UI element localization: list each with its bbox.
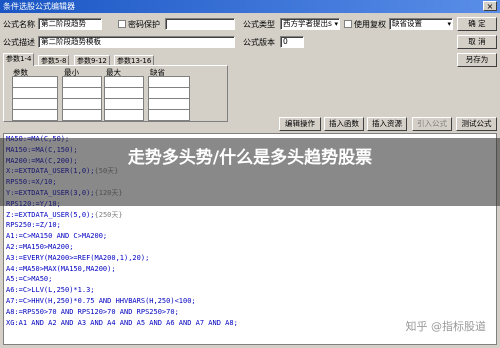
code-token: A8:=RPS50>70 AND RPS120>70 AND RPS250>70…	[6, 307, 179, 316]
code-token: A2:=MA150>MA200;	[6, 242, 74, 251]
code-token: A4:=MA50>MAX(MA150,MA200);	[6, 264, 116, 273]
formula-name-input[interactable]: 第二阶段趋势	[38, 18, 102, 30]
code-token: A5:=C>MA50;	[6, 275, 53, 284]
formula-desc-input[interactable]: 第二阶段趋势模板	[38, 36, 235, 48]
param-cell-r4-c2[interactable]	[62, 109, 102, 121]
rights-checkbox[interactable]	[344, 20, 352, 28]
code-line: RPS250:=Z/10;	[6, 220, 496, 231]
password-checkbox[interactable]	[118, 20, 126, 28]
param-cell-r4-c1[interactable]	[12, 109, 58, 121]
title-bar: 条件选股公式编辑器 ×	[0, 0, 500, 13]
watermark: 知乎 @指标股道	[405, 320, 487, 333]
window-title: 条件选股公式编辑器	[3, 2, 75, 11]
formula-version-input[interactable]: 0	[280, 36, 304, 48]
rights-label: 使用复权	[354, 20, 386, 29]
code-line: A6:=C>LLV(L,250)*1.3;	[6, 285, 496, 296]
code-token: A6:=C>LLV(L,250)*1.3;	[6, 286, 95, 295]
code-token: A1:=C>MA150 AND C>MA200;	[6, 232, 108, 241]
cancel-button[interactable]: 取 消	[457, 35, 497, 49]
import-formula-button[interactable]: 引入公式	[412, 117, 452, 131]
formula-type-label: 公式类型	[243, 20, 275, 29]
code-line: A8:=RPS50>70 AND RPS120>70 AND RPS250>70…	[6, 307, 496, 318]
code-line: A3:=EVERY(MA200>=REF(MA200,1),20);	[6, 253, 496, 264]
param-cell-r4-c4[interactable]	[148, 109, 190, 121]
code-line: A1:=C>MA150 AND C>MA200;	[6, 231, 496, 242]
save-as-button[interactable]: 另存为	[457, 53, 497, 67]
code-line: A4:=MA50>MAX(MA150,MA200);	[6, 264, 496, 275]
code-token: A3:=EVERY(MA200>=REF(MA200,1),20);	[6, 253, 150, 262]
code-line: Z:=EXTDATA_USER(5,0);{250天}	[6, 210, 496, 221]
code-token: A7:=C>HHV(H,250)*0.75 AND HHVBARS(H,250)…	[6, 296, 196, 305]
param-cell-r4-c3[interactable]	[104, 109, 144, 121]
formula-name-label: 公式名称	[3, 20, 35, 29]
code-token: {250天}	[94, 210, 123, 219]
code-token: XG:A1 AND A2 AND A3 AND A4 AND A5 AND A6…	[6, 318, 238, 327]
rights-select[interactable]: 缺省设置	[389, 18, 453, 30]
code-line: A7:=C>HHV(H,250)*0.75 AND HHVBARS(H,250)…	[6, 296, 496, 307]
ok-button[interactable]: 确 定	[457, 17, 497, 31]
password-label: 密码保护	[128, 20, 160, 29]
insert-resource-button[interactable]: 插入资源	[367, 117, 407, 131]
edit-ops-button[interactable]: 编辑操作	[279, 117, 321, 131]
code-line: A2:=MA150>MA200;	[6, 242, 496, 253]
code-token: Z:=EXTDATA_USER(5,0);	[6, 210, 95, 219]
formula-version-label: 公式版本	[243, 38, 275, 47]
formula-desc-label: 公式描述	[3, 38, 35, 47]
code-line: A5:=C>MA50;	[6, 274, 496, 285]
tab-params-1-4[interactable]: 参数1-4	[3, 53, 35, 66]
headline-text: 走势多头势/什么是多头趋势股票	[127, 148, 373, 168]
formula-type-select[interactable]: 西方学者提出s	[280, 18, 340, 30]
code-token: RPS250:=Z/10;	[6, 221, 61, 230]
insert-function-button[interactable]: 插入函数	[324, 117, 364, 131]
test-formula-button[interactable]: 测试公式	[456, 117, 497, 131]
close-icon[interactable]: ×	[483, 1, 497, 11]
password-input[interactable]	[165, 18, 235, 30]
